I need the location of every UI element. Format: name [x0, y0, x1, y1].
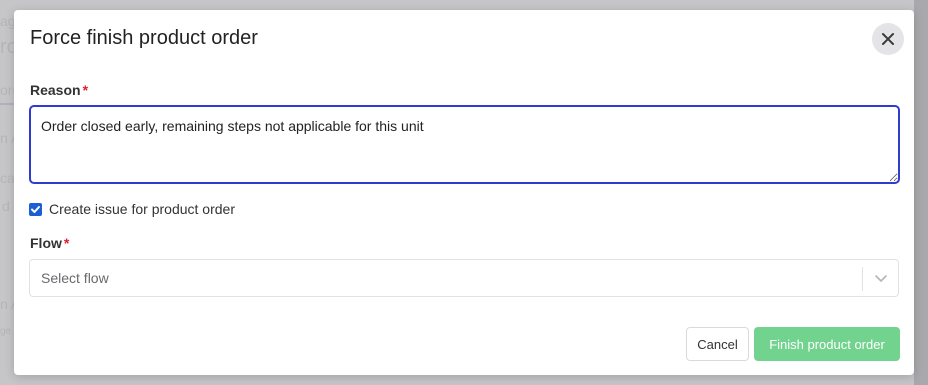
- chevron-down-icon[interactable]: [872, 271, 890, 287]
- required-mark: *: [82, 82, 89, 98]
- create-issue-label[interactable]: Create issue for product order: [49, 201, 235, 217]
- flow-select-placeholder: Select flow: [41, 270, 109, 286]
- close-icon: [882, 33, 894, 45]
- create-issue-row[interactable]: Create issue for product order: [29, 201, 235, 217]
- flow-label-text: Flow: [30, 235, 62, 251]
- cancel-button[interactable]: Cancel: [686, 327, 749, 361]
- reason-label-text: Reason: [30, 82, 81, 98]
- create-issue-checkbox[interactable]: [29, 202, 42, 216]
- reason-textarea[interactable]: Order closed early, remaining steps not …: [29, 105, 900, 184]
- flow-label: Flow *: [30, 235, 69, 251]
- force-finish-dialog: Force finish product order Reason * Order…: [14, 10, 914, 375]
- dialog-title: Force finish product order: [30, 27, 258, 49]
- checkmark-icon: [31, 205, 40, 213]
- background-scroll-strip: [914, 0, 928, 385]
- flow-select[interactable]: Select flow: [29, 259, 899, 297]
- select-divider: [862, 267, 863, 291]
- required-mark: *: [63, 235, 70, 251]
- reason-label: Reason *: [30, 82, 88, 98]
- finish-product-order-button[interactable]: Finish product order: [754, 327, 900, 361]
- close-button[interactable]: [872, 23, 904, 55]
